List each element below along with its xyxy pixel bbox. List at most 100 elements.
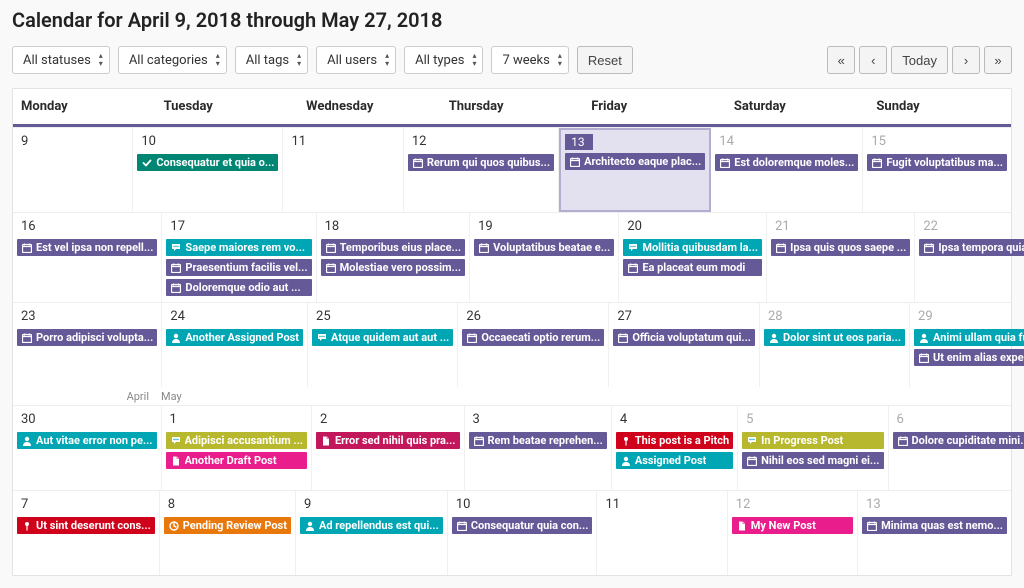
day-cell[interactable]: 12Rerum qui quos quibus... bbox=[404, 128, 559, 212]
event-item[interactable]: Fugit voluptatibus ma... bbox=[867, 154, 1007, 171]
day-cell[interactable]: 3Rem beatae reprehen... bbox=[465, 406, 612, 490]
day-cell[interactable]: 7Ut sint deserunt cons... bbox=[13, 491, 160, 575]
day-cell[interactable]: 18Temporibus eius place...Molestiae vero… bbox=[317, 213, 471, 302]
event-list: Est doloremque moles... bbox=[711, 153, 862, 171]
nav-first-button[interactable]: « bbox=[827, 46, 855, 74]
event-item[interactable]: Dolore cupiditate mini... bbox=[893, 432, 1024, 449]
nav-next-button[interactable]: › bbox=[952, 46, 980, 74]
event-item[interactable]: Ut sint deserunt cons... bbox=[17, 517, 155, 534]
month-label-right: May bbox=[161, 390, 182, 403]
event-list: Officia voluptatum qui... bbox=[609, 328, 759, 346]
event-item[interactable]: Aut vitae error non pe... bbox=[17, 432, 157, 449]
filter-statuses[interactable]: All statuses ▴▾ bbox=[12, 46, 110, 74]
day-cell[interactable]: 9 bbox=[13, 128, 133, 212]
event-item[interactable]: Pending Review Post bbox=[164, 517, 291, 534]
event-item[interactable]: Ipsa quis quos saepe ... bbox=[771, 239, 910, 256]
event-item[interactable]: Doloremque odio aut ... bbox=[166, 279, 311, 296]
day-cell[interactable]: 17Saepe maiores rem vo...Praesentium fac… bbox=[162, 213, 316, 302]
day-cell[interactable]: 12My New Post bbox=[728, 491, 858, 575]
day-cell[interactable]: 22Ipsa tempora quia et bbox=[915, 213, 1024, 302]
reset-button[interactable]: Reset bbox=[577, 46, 633, 74]
event-item[interactable]: Animi ullam quia fugit ... bbox=[914, 329, 1024, 346]
nav-prev-button[interactable]: ‹ bbox=[859, 46, 887, 74]
day-cell[interactable]: 13Minima quas est nemo... bbox=[858, 491, 1011, 575]
day-cell[interactable]: 4This post is a PitchAssigned Post bbox=[612, 406, 738, 490]
filter-tags[interactable]: All tags ▴▾ bbox=[235, 46, 308, 74]
filter-users[interactable]: All users ▴▾ bbox=[316, 46, 396, 74]
event-item[interactable]: Nihil eos sed magni ei... bbox=[742, 452, 883, 469]
day-cell[interactable]: 2Error sed nihil quis pra... bbox=[312, 406, 465, 490]
event-item[interactable]: Porro adipisci volupta... bbox=[17, 329, 157, 346]
event-item[interactable]: Atque quidem aut aut ... bbox=[312, 329, 453, 346]
event-list: Minima quas est nemo... bbox=[858, 516, 1011, 534]
event-item[interactable]: Voluptatibus beatae e... bbox=[474, 239, 614, 256]
event-item[interactable]: Temporibus eius place... bbox=[321, 239, 466, 256]
day-cell[interactable]: 10Consequatur et quia o... bbox=[133, 128, 283, 212]
day-cell[interactable]: 15Fugit voluptatibus ma... bbox=[863, 128, 1011, 212]
day-cell[interactable]: 8Pending Review Post bbox=[160, 491, 296, 575]
event-item[interactable]: Officia voluptatum qui... bbox=[613, 329, 755, 346]
day-cell[interactable]: 9Ad repellendus est qui... bbox=[296, 491, 448, 575]
event-item[interactable]: Error sed nihil quis pra... bbox=[316, 432, 460, 449]
day-cell[interactable]: 30Aut vitae error non pe... bbox=[13, 406, 162, 490]
day-cell[interactable]: 14Est doloremque moles... bbox=[711, 128, 863, 212]
day-cell[interactable]: 16Est vel ipsa non repell... bbox=[13, 213, 162, 302]
event-item[interactable]: Ut enim alias expedita... bbox=[914, 349, 1024, 366]
day-cell[interactable]: 10Consequatur quia con... bbox=[448, 491, 598, 575]
day-number: 14 bbox=[711, 132, 862, 153]
day-cell[interactable]: 19Voluptatibus beatae e... bbox=[470, 213, 619, 302]
event-item[interactable]: Molestiae vero possim... bbox=[321, 259, 466, 276]
event-item[interactable]: Est vel ipsa non repell... bbox=[17, 239, 157, 256]
filter-categories[interactable]: All categories ▴▾ bbox=[118, 46, 227, 74]
day-cell[interactable]: 6Dolore cupiditate mini... bbox=[889, 406, 1024, 490]
event-label: Adipisci accusantium ... bbox=[185, 434, 303, 447]
event-item[interactable]: Assigned Post bbox=[616, 452, 733, 469]
event-item[interactable]: Another Draft Post bbox=[166, 452, 307, 469]
event-item[interactable]: Consequatur quia con... bbox=[452, 517, 593, 534]
event-item[interactable]: Architecto eaque plac... bbox=[565, 153, 705, 170]
event-item[interactable]: This post is a Pitch bbox=[616, 432, 733, 449]
day-cell[interactable]: 27Officia voluptatum qui... bbox=[609, 303, 760, 387]
day-cell[interactable]: 21Ipsa quis quos saepe ... bbox=[767, 213, 915, 302]
check-icon bbox=[142, 158, 152, 168]
day-cell[interactable]: 26Occaecati optio rerum... bbox=[458, 303, 609, 387]
event-item[interactable]: Occaecati optio rerum... bbox=[462, 329, 604, 346]
day-cell[interactable]: 29Animi ullam quia fugit ...Ut enim alia… bbox=[910, 303, 1024, 387]
day-cell[interactable]: 5In Progress PostNihil eos sed magni ei.… bbox=[738, 406, 888, 490]
nav-last-button[interactable]: » bbox=[984, 46, 1012, 74]
filter-weeks[interactable]: 7 weeks ▴▾ bbox=[491, 46, 568, 74]
event-item[interactable]: Adipisci accusantium ... bbox=[166, 432, 307, 449]
day-cell[interactable]: 25Atque quidem aut aut ... bbox=[308, 303, 458, 387]
day-cell[interactable]: 11 bbox=[283, 128, 403, 212]
event-item[interactable]: Rerum qui quos quibus... bbox=[408, 154, 554, 171]
day-cell[interactable]: 20Mollitia quibusdam la...Ea placeat eum… bbox=[619, 213, 767, 302]
event-item[interactable]: Saepe maiores rem vo... bbox=[166, 239, 311, 256]
day-cell[interactable]: 24Another Assigned Post bbox=[162, 303, 308, 387]
calendar-icon bbox=[326, 243, 336, 253]
file-icon bbox=[171, 456, 181, 466]
event-item[interactable]: Ipsa tempora quia et bbox=[919, 239, 1024, 256]
day-cell[interactable]: 1Adipisci accusantium ...Another Draft P… bbox=[162, 406, 312, 490]
calendar-icon bbox=[467, 333, 477, 343]
event-item[interactable]: Consequatur et quia o... bbox=[137, 154, 278, 171]
event-item[interactable]: Dolor sint ut eos paria... bbox=[764, 329, 905, 346]
day-cell[interactable]: 11 bbox=[597, 491, 727, 575]
day-cell[interactable]: 23Porro adipisci volupta... bbox=[13, 303, 162, 387]
filter-types[interactable]: All types ▴▾ bbox=[404, 46, 483, 74]
event-item[interactable]: In Progress Post bbox=[742, 432, 883, 449]
event-item[interactable]: Ea placeat eum modi bbox=[623, 259, 762, 276]
event-item[interactable]: Minima quas est nemo... bbox=[862, 517, 1007, 534]
day-cell[interactable]: 13Architecto eaque plac... bbox=[559, 128, 711, 212]
event-item[interactable]: Ad repellendus est qui... bbox=[300, 517, 443, 534]
event-item[interactable]: Another Assigned Post bbox=[166, 329, 303, 346]
event-item[interactable]: Rem beatae reprehen... bbox=[469, 432, 607, 449]
day-number: 21 bbox=[767, 217, 914, 238]
event-item[interactable]: Est doloremque moles... bbox=[715, 154, 858, 171]
event-label: This post is a Pitch bbox=[635, 434, 729, 447]
day-cell[interactable]: 28Dolor sint ut eos paria... bbox=[760, 303, 910, 387]
nav-today-button[interactable]: Today bbox=[891, 46, 948, 74]
event-item[interactable]: Mollitia quibusdam la... bbox=[623, 239, 762, 256]
event-item[interactable]: My New Post bbox=[732, 517, 853, 534]
calendar-icon bbox=[618, 333, 628, 343]
event-item[interactable]: Praesentium facilis vel... bbox=[166, 259, 311, 276]
